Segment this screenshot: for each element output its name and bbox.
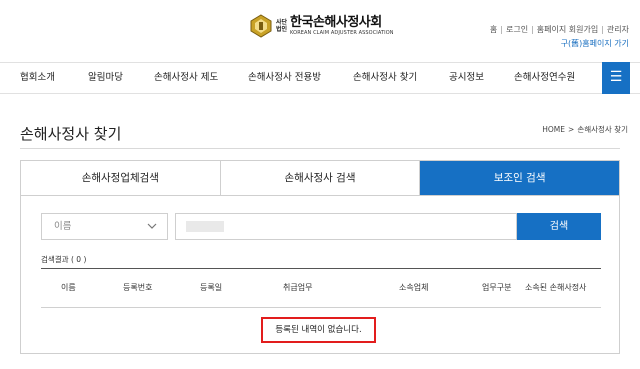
breadcrumb: HOME > 손해사정사 찾기	[542, 124, 628, 135]
search-type-value: 이름	[54, 221, 72, 232]
column-header-affiliated-adjuster: 소속된 손해사정사	[525, 283, 587, 292]
nav-item-find-adjuster[interactable]: 손해사정사 찾기	[353, 63, 417, 93]
logo-sub-text-1: 사단	[276, 19, 288, 26]
util-link-login[interactable]: 로그인	[506, 24, 528, 35]
redacted-input-text	[186, 221, 224, 232]
empty-result-message: 등록된 내역이 없습니다.	[261, 317, 376, 343]
hamburger-menu-icon[interactable]: ☰	[602, 62, 630, 94]
logo-english-name: KOREAN CLAIM ADJUSTER ASSOCIATION	[290, 29, 394, 36]
nav-item-academy[interactable]: 손해사정연수원	[514, 63, 575, 93]
util-link-admin[interactable]: 관리자	[607, 24, 629, 35]
tab-company-search[interactable]: 손해사정업체검색	[21, 161, 221, 195]
title-divider	[20, 148, 620, 149]
util-separator: |	[500, 25, 503, 34]
tab-adjuster-search[interactable]: 손해사정사 검색	[220, 161, 421, 195]
breadcrumb-separator: >	[568, 125, 575, 134]
chevron-down-icon	[147, 214, 157, 249]
search-button[interactable]: 검색	[517, 213, 601, 240]
column-header-business: 취급업무	[283, 283, 313, 292]
page-title: 손해사정사 찾기	[20, 125, 122, 143]
breadcrumb-current: 손해사정사 찾기	[577, 125, 628, 134]
nav-item-notice[interactable]: 알림마당	[88, 63, 123, 93]
search-panel: 이름 검색 검색결과 ( 0 ) 이름 등록번호 등록일 취급업무 소속업체 업…	[20, 196, 620, 354]
search-input[interactable]	[175, 213, 517, 240]
site-logo[interactable]: 사단 법인 한국손해사정사회 KOREAN CLAIM ADJUSTER ASS…	[250, 14, 394, 38]
tab-assistant-search[interactable]: 보조인 검색	[420, 161, 620, 195]
util-separator: |	[531, 25, 534, 34]
column-header-company: 소속업체	[399, 283, 429, 292]
result-count: 검색결과 ( 0 )	[41, 255, 87, 264]
site-header: 사단 법인 한국손해사정사회 KOREAN CLAIM ADJUSTER ASS…	[0, 0, 640, 62]
column-header-name: 이름	[61, 283, 76, 292]
util-separator: |	[601, 25, 604, 34]
search-tabs: 손해사정업체검색 손해사정사 검색 보조인 검색	[20, 160, 620, 196]
util-link-home[interactable]: 홈	[490, 24, 497, 35]
old-homepage-link[interactable]: 구(舊)홈페이지 가기	[561, 38, 629, 49]
results-table-header: 이름 등록번호 등록일 취급업무 소속업체 업무구분 소속된 손해사정사	[41, 268, 601, 308]
logo-korean-name: 한국손해사정사회	[290, 14, 382, 30]
breadcrumb-home[interactable]: HOME	[542, 125, 565, 134]
nav-item-system[interactable]: 손해사정사 제도	[154, 63, 218, 93]
nav-item-about[interactable]: 협회소개	[20, 63, 55, 93]
column-header-work-type: 업무구분	[482, 283, 512, 292]
emblem-icon	[250, 14, 272, 38]
column-header-reg-date: 등록일	[200, 283, 223, 292]
column-header-reg-number: 등록번호	[123, 283, 153, 292]
logo-sub-text-2: 법인	[276, 26, 288, 33]
main-nav: 협회소개 알림마당 손해사정사 제도 손해사정사 전용방 손해사정사 찾기 공시…	[0, 62, 640, 94]
utility-links: 홈 | 로그인 | 홈페이지 회원가입 | 관리자	[490, 24, 629, 35]
util-link-signup[interactable]: 홈페이지 회원가입	[537, 24, 598, 35]
search-type-select[interactable]: 이름	[41, 213, 168, 240]
logo-subtitle: 사단 법인	[276, 19, 287, 33]
nav-item-disclosure[interactable]: 공시정보	[449, 63, 484, 93]
nav-item-members-room[interactable]: 손해사정사 전용방	[248, 63, 321, 93]
